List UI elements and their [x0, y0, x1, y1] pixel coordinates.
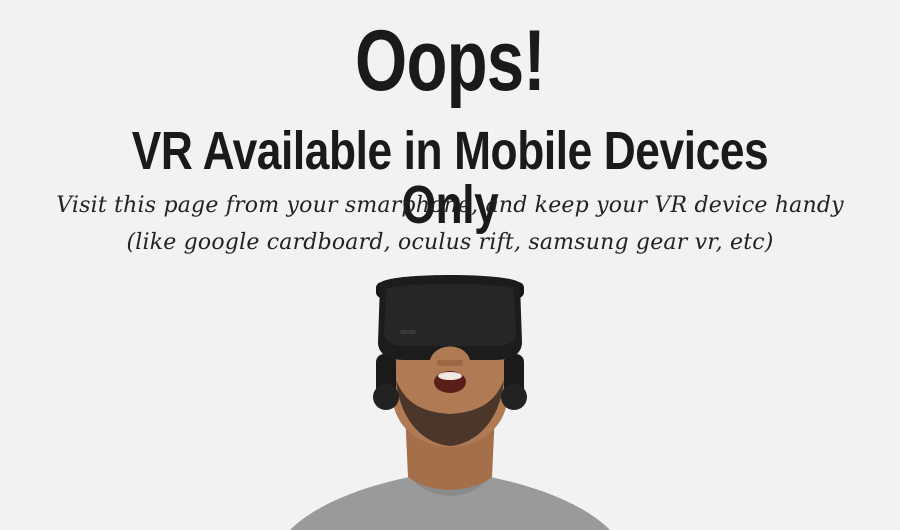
instruction-text-line-1: Visit this page from your smarphone, and…: [56, 193, 844, 218]
vr-unavailable-page: Oops! VR Available in Mobile Devices Onl…: [0, 0, 900, 530]
vr-user-image: [280, 262, 620, 530]
page-title: Oops!: [355, 13, 546, 109]
instruction-text-line-2: (like google cardboard, oculus rift, sam…: [126, 230, 774, 255]
person-with-vr-headset-icon: [290, 275, 610, 530]
